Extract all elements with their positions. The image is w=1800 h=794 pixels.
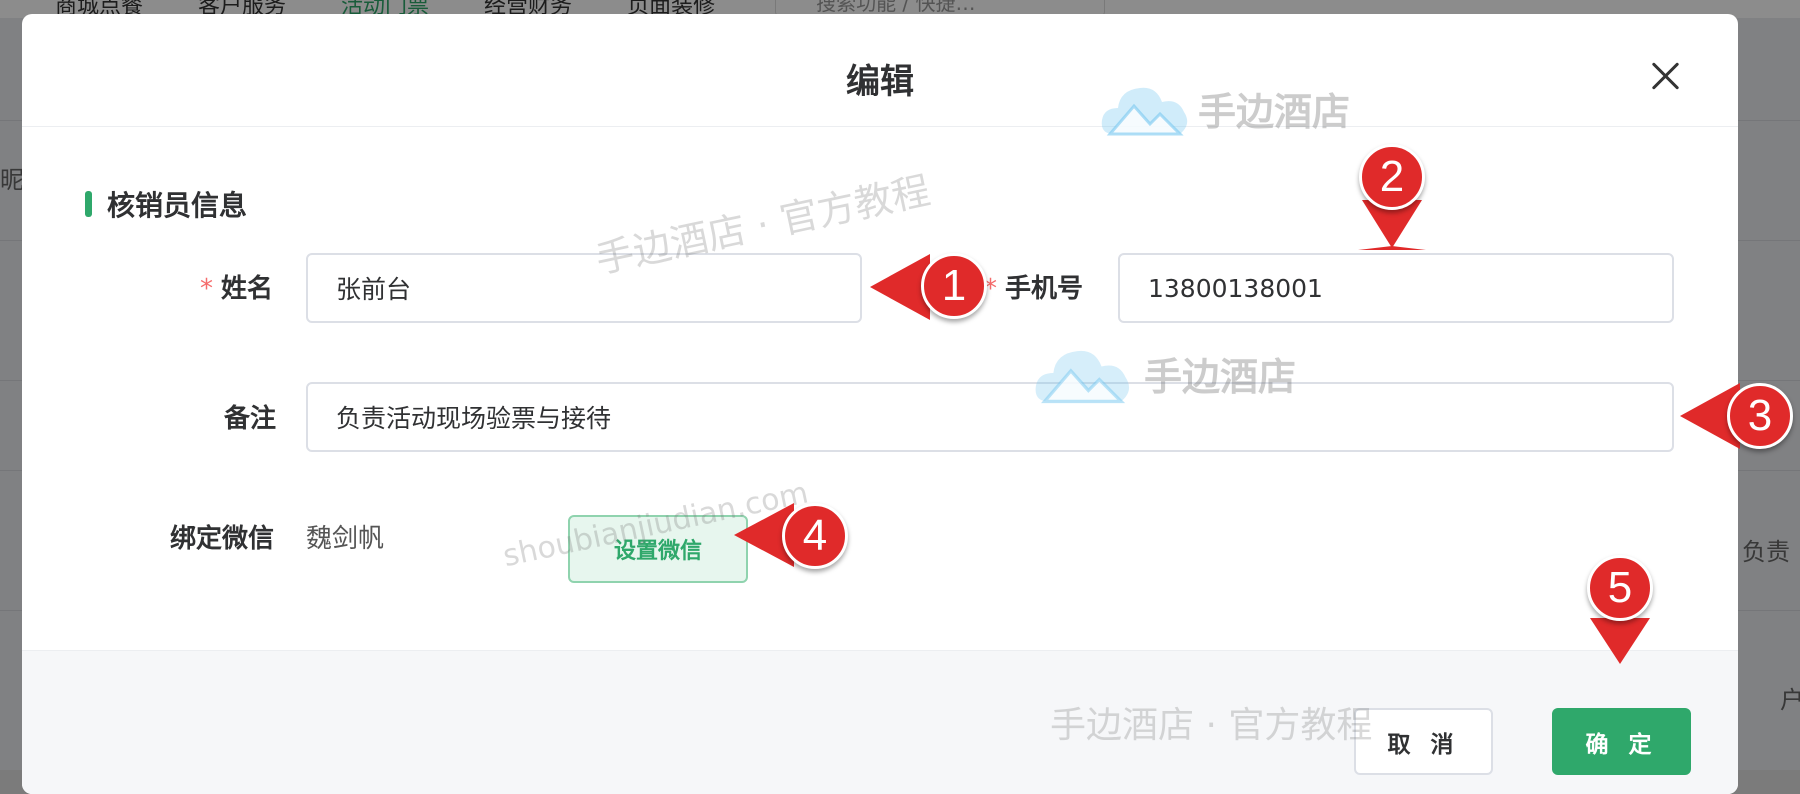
callout-marker-4: 4	[782, 503, 848, 569]
callout-marker-2: 2	[1359, 144, 1425, 210]
callout-marker-3: 3	[1727, 383, 1793, 449]
callout-arrow-5	[1590, 618, 1650, 664]
callout-marker-1: 1	[921, 253, 987, 319]
callout-arrows	[734, 200, 1740, 664]
callout-marker-5: 5	[1587, 555, 1653, 621]
